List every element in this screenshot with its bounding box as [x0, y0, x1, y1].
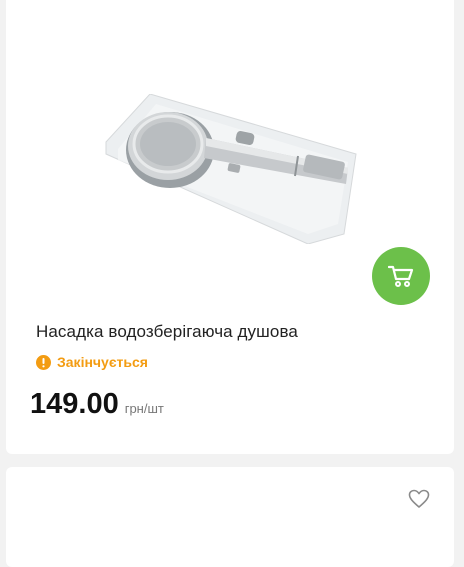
add-to-cart-button[interactable] [372, 247, 430, 305]
product-title[interactable]: Насадка водозберігаюча душова [36, 322, 298, 342]
price-value: 149.00 [30, 388, 119, 420]
product-card[interactable]: Насадка водозберігаюча душова Закінчуєть… [6, 0, 454, 454]
price: 149.00 грн/шт [30, 388, 164, 421]
stock-status-text: Закінчується [57, 354, 148, 370]
cart-icon [388, 265, 414, 287]
stock-status: Закінчується [36, 354, 148, 370]
heart-icon[interactable] [408, 489, 430, 509]
product-image[interactable] [98, 94, 360, 244]
price-unit: грн/шт [124, 401, 164, 416]
product-card[interactable] [6, 467, 454, 567]
warning-icon [36, 354, 51, 370]
